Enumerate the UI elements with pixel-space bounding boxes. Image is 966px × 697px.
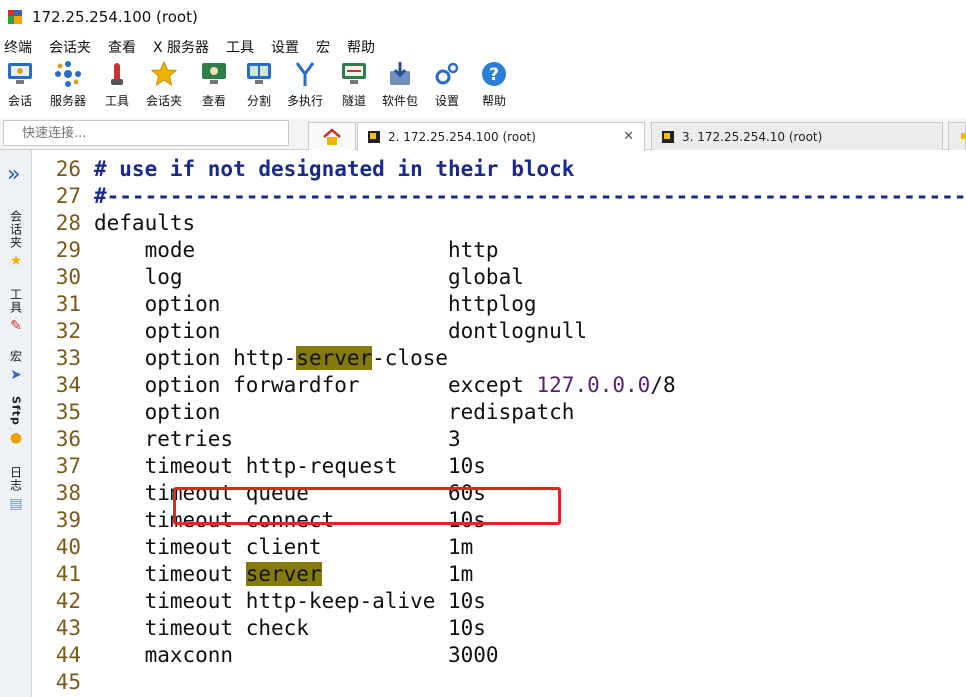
highlighted-line: timeout server 1m [94,562,474,586]
number-literal: 127.0.0.0 [536,373,651,397]
quick-connect-input[interactable] [3,120,289,146]
tab-label: 3. 172.25.254.10 (root) [682,129,823,144]
packages-icon [386,60,414,88]
macro-icon: ➤ [10,367,22,383]
side-tab-favorites[interactable]: 会话夹 ★ [6,210,26,269]
side-tab-sftp[interactable]: Sftp ● [6,396,26,446]
tab-session-3[interactable]: 3. 172.25.254.10 (root) [651,122,943,150]
toolbar: 会话 服务器 工具 会话夹 查看 分割 多执行 隧道 软件包 设置 ? 帮助 [0,60,966,116]
terminal-icon [368,131,380,143]
favorites-button[interactable]: 会话夹 [146,60,182,109]
menu-x-server[interactable]: X 服务器 [153,37,209,57]
star-icon: ★ [9,253,23,269]
close-icon[interactable]: ✕ [623,129,634,144]
star-icon [150,60,178,88]
menu-bar: 终端 会话夹 查看 X 服务器 工具 设置 宏 帮助 [0,36,392,58]
menu-terminal[interactable]: 终端 [4,37,32,57]
menu-tools[interactable]: 工具 [226,37,254,57]
app-logo-icon [8,10,22,24]
session-icon [6,60,34,88]
sftp-icon: ● [9,429,23,446]
session-button[interactable]: 会话 [6,60,34,109]
search-match: server [296,346,373,370]
tab-overflow[interactable] [948,122,966,150]
tools-icon: ✎ [10,318,22,334]
side-tab-log[interactable]: 日志 ▤ [6,466,26,512]
tunnel-button[interactable]: 隧道 [340,60,368,109]
servers-button[interactable]: 服务器 [50,60,86,109]
search-match: server [245,562,322,586]
menu-help[interactable]: 帮助 [347,37,375,57]
multiexec-icon [291,60,319,88]
annotation-highlight-box [173,487,561,525]
tools-icon [103,60,131,88]
split-icon [245,60,273,88]
side-tab-macros[interactable]: 宏 ➤ [6,350,26,383]
title-bar: 172.25.254.100 (root) [0,0,966,34]
highlighted-line: option http-server-close [94,346,449,370]
multiexec-button[interactable]: 多执行 [287,60,323,109]
settings-icon [433,60,461,88]
side-tab-tools[interactable]: 工具 ✎ [6,288,26,334]
tunnel-icon [340,60,368,88]
tab-session-2[interactable]: 2. 172.25.254.100 (root) ✕ [357,122,645,151]
terminal-icon [662,130,674,143]
tools-button[interactable]: 工具 [103,60,131,109]
help-icon: ? [480,60,508,88]
side-panel: » 会话夹 ★ 工具 ✎ 宏 ➤ Sftp ● 日志 ▤ [0,150,32,697]
view-icon [200,60,228,88]
packages-button[interactable]: 软件包 [382,60,418,109]
menu-sessions[interactable]: 会话夹 [49,37,91,57]
expand-sidebar-icon[interactable]: » [7,164,20,186]
terminal[interactable]: 26 # use if not designated in their block… [33,151,966,697]
window-title: 172.25.254.100 (root) [32,8,198,26]
help-button[interactable]: ? 帮助 [480,60,508,109]
home-icon [323,127,341,145]
split-button[interactable]: 分割 [245,60,273,109]
servers-icon [54,60,82,88]
tab-label: 2. 172.25.254.100 (root) [388,130,536,144]
menu-macros[interactable]: 宏 [316,37,330,57]
menu-view[interactable]: 查看 [108,37,136,57]
settings-button[interactable]: 设置 [433,60,461,109]
menu-settings[interactable]: 设置 [271,37,299,57]
view-button[interactable]: 查看 [200,60,228,109]
home-tab[interactable] [308,122,356,150]
tab-bar: 2. 172.25.254.100 (root) ✕ 3. 172.25.254… [0,118,966,151]
svg-text:?: ? [489,65,499,85]
log-icon: ▤ [9,496,23,512]
